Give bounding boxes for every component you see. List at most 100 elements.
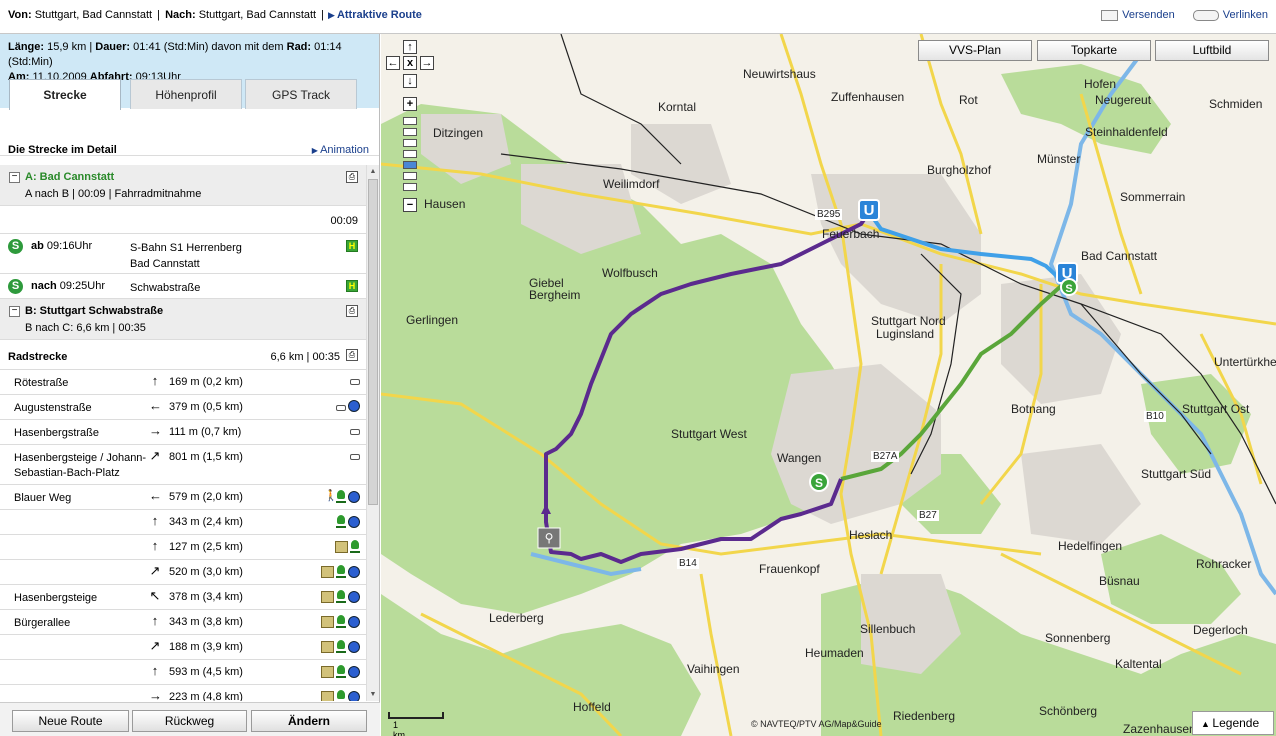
zoom-level[interactable] bbox=[403, 139, 417, 147]
pan-left-button[interactable]: ← bbox=[386, 56, 400, 70]
tree-icon bbox=[350, 540, 360, 553]
road-label: B10 bbox=[1144, 411, 1166, 422]
play-icon: ▶ bbox=[311, 146, 321, 155]
map-place-label: Riedenberg bbox=[893, 709, 956, 723]
bike-sign-icon bbox=[348, 565, 360, 578]
transit-time: 09:16Uhr bbox=[46, 240, 93, 252]
map-place-label: Büsnau bbox=[1099, 574, 1140, 588]
transit-row: S nach 09:25Uhr Schwabstraße H bbox=[0, 274, 366, 299]
vvs-plan-button[interactable]: VVS-Plan bbox=[918, 40, 1032, 61]
center-button[interactable]: x bbox=[403, 56, 417, 70]
zoom-level[interactable] bbox=[403, 128, 417, 136]
segment-distance: 520 m (3,0 km) bbox=[169, 566, 243, 578]
pan-down-button[interactable]: ↓ bbox=[403, 74, 417, 88]
zoom-level-current[interactable] bbox=[403, 161, 417, 169]
segment-icons bbox=[350, 425, 360, 435]
zoom-level[interactable] bbox=[403, 117, 417, 125]
segment-row[interactable]: Bürgerallee ↑ 343 m (3,8 km) bbox=[0, 610, 366, 635]
segment-distance: 188 m (3,9 km) bbox=[169, 641, 243, 653]
topkarte-button[interactable]: Topkarte bbox=[1037, 40, 1151, 61]
landmark-icon bbox=[335, 540, 348, 553]
legend-button[interactable]: ▲ Legende bbox=[1192, 711, 1274, 735]
section-b-title: B: Stuttgart Schwabstraße bbox=[25, 305, 164, 317]
print-icon[interactable]: ⎙ bbox=[346, 305, 358, 317]
radstrecke-title: Radstrecke bbox=[8, 351, 68, 363]
new-route-button[interactable]: Neue Route bbox=[12, 710, 129, 732]
map-place-label: Hausen bbox=[424, 197, 466, 211]
segment-row[interactable]: ↑ 343 m (2,4 km) bbox=[0, 510, 366, 535]
bike-sign-icon bbox=[348, 690, 360, 701]
segment-row[interactable]: ↗ 188 m (3,9 km) bbox=[0, 635, 366, 660]
zoom-level[interactable] bbox=[403, 183, 417, 191]
segment-icons bbox=[321, 590, 360, 603]
collapse-section-a-button[interactable]: − bbox=[9, 172, 20, 183]
map-place-label: Heslach bbox=[849, 528, 893, 542]
return-route-button[interactable]: Rückweg bbox=[132, 710, 247, 732]
scroll-down-icon[interactable]: ▼ bbox=[368, 689, 378, 700]
tree-icon bbox=[336, 490, 346, 503]
road-label: B27 bbox=[917, 510, 939, 521]
transit-stop: Bad Cannstatt bbox=[130, 258, 200, 270]
map-place-label: Schönberg bbox=[1039, 704, 1098, 718]
map-canvas[interactable]: U U S S ⚲ bbox=[381, 34, 1276, 736]
print-icon[interactable]: ⎙ bbox=[346, 171, 358, 183]
map-place-label: Sonnenberg bbox=[1045, 631, 1111, 645]
segment-row[interactable]: ↑ 593 m (4,5 km) bbox=[0, 660, 366, 685]
map-place-label: Stuttgart West bbox=[671, 427, 747, 441]
segment-row[interactable]: ↗ 520 m (3,0 km) bbox=[0, 560, 366, 585]
zoom-level[interactable] bbox=[403, 172, 417, 180]
route-type[interactable]: Attraktive Route bbox=[337, 9, 422, 21]
segment-row[interactable]: → 223 m (4,8 km) bbox=[0, 685, 366, 701]
bike-sign-icon bbox=[348, 590, 360, 603]
segment-row[interactable]: Rötestraße ↑ 169 m (0,2 km) bbox=[0, 370, 366, 395]
from-value: Stuttgart, Bad Cannstatt bbox=[34, 9, 153, 21]
summary-panel: Länge: 15,9 km | Dauer: 01:41 (Std:Min) … bbox=[0, 34, 379, 110]
tab-strecke[interactable]: Strecke bbox=[9, 79, 121, 110]
map-place-label: Luginsland bbox=[876, 327, 935, 341]
zoom-level[interactable] bbox=[403, 150, 417, 158]
map-view[interactable]: U U S S ⚲ VVS-Plan Topkarte Luftbild ↑ ←… bbox=[381, 34, 1276, 736]
segment-row[interactable]: ↑ 127 m (2,5 km) bbox=[0, 535, 366, 560]
segment-distance: 127 m (2,5 km) bbox=[169, 541, 243, 553]
link-link[interactable]: Verlinken bbox=[1192, 9, 1268, 21]
direction-arrow-icon: ↑ bbox=[151, 538, 159, 553]
segment-row[interactable]: Hasenbergsteige / Johann-Sebastian-Bach-… bbox=[0, 445, 366, 485]
duration-value: 01:41 (Std:Min) davon mit dem bbox=[133, 41, 284, 53]
luftbild-button[interactable]: Luftbild bbox=[1155, 40, 1269, 61]
collapse-section-b-button[interactable]: − bbox=[9, 306, 20, 317]
direction-arrow-icon: ← bbox=[149, 398, 162, 413]
map-place-label: Neugereut bbox=[1095, 93, 1152, 107]
map-place-label: Hoffeld bbox=[573, 700, 611, 714]
map-place-label: Neuwirtshaus bbox=[743, 67, 816, 81]
animation-link[interactable]: ▶ Animation bbox=[312, 144, 369, 156]
map-place-label: Degerloch bbox=[1193, 623, 1248, 637]
radstrecke-summary: 6,6 km | 00:35 bbox=[270, 351, 340, 363]
route-detail-list[interactable]: − A: Bad Cannstatt A nach B | 00:09 | Fa… bbox=[0, 165, 366, 701]
pan-right-button[interactable]: → bbox=[420, 56, 434, 70]
transit-time: 09:25Uhr bbox=[59, 280, 106, 292]
map-place-label: Korntal bbox=[658, 100, 697, 114]
segment-row[interactable]: Hasenbergsteige ↖ 378 m (3,4 km) bbox=[0, 585, 366, 610]
change-button[interactable]: Ändern bbox=[251, 710, 367, 732]
pan-up-button[interactable]: ↑ bbox=[403, 40, 417, 54]
bike-sign-icon bbox=[348, 400, 360, 412]
map-place-label: Wangen bbox=[777, 451, 822, 465]
landmark-icon bbox=[321, 565, 334, 578]
send-link[interactable]: Versenden bbox=[1101, 9, 1175, 21]
segment-row[interactable]: Blauer Weg ← 579 m (2,0 km) 🚶 bbox=[0, 485, 366, 510]
zoom-in-button[interactable]: + bbox=[403, 97, 417, 111]
segment-street: Hasenbergstraße bbox=[14, 427, 99, 439]
map-place-label: Feuerbach bbox=[822, 227, 880, 241]
segment-row[interactable]: Hasenbergstraße → 111 m (0,7 km) bbox=[0, 420, 366, 445]
send-label: Versenden bbox=[1122, 9, 1175, 21]
map-place-label: Burgholzhof bbox=[927, 163, 992, 177]
print-icon[interactable]: ⎙ bbox=[346, 349, 358, 361]
tab-gps-track[interactable]: GPS Track bbox=[245, 79, 357, 109]
scroll-up-icon[interactable]: ▲ bbox=[368, 166, 378, 177]
scroll-thumb[interactable] bbox=[368, 179, 378, 505]
list-scrollbar[interactable]: ▲ ▼ bbox=[366, 165, 379, 701]
zoom-out-button[interactable]: − bbox=[403, 198, 417, 212]
tab-hoehenprofil[interactable]: Höhenprofil bbox=[130, 79, 242, 109]
segment-row[interactable]: Augustenstraße ← 379 m (0,5 km) bbox=[0, 395, 366, 420]
map-place-label: Bergheim bbox=[529, 288, 581, 302]
